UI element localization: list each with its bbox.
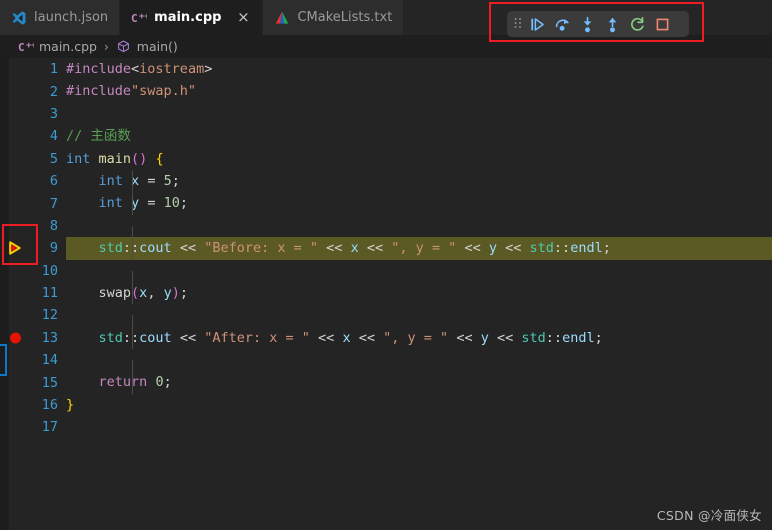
code-line[interactable]: 10 (0, 260, 772, 294)
line-gutter[interactable] (0, 416, 30, 438)
indent-guide (132, 192, 133, 215)
line-gutter[interactable] (0, 58, 30, 80)
line-gutter[interactable] (0, 103, 30, 125)
line-number: 10 (41, 262, 58, 279)
step-into-button[interactable] (575, 12, 600, 36)
symbol-cube-icon (116, 39, 132, 55)
vscode-json-icon (11, 10, 27, 26)
line-gutter[interactable] (0, 282, 30, 304)
indent-guide (132, 169, 133, 193)
line-number: 15 (41, 374, 58, 391)
breadcrumb-separator: › (103, 39, 109, 54)
code-line[interactable]: 14 (0, 349, 772, 383)
line-content[interactable]: #include"swap.h" (62, 80, 772, 102)
cmake-file-icon (274, 10, 290, 26)
stop-button[interactable] (650, 12, 675, 36)
indent-guide (132, 326, 133, 350)
tab-launch-json[interactable]: launch.json (0, 0, 121, 35)
code-line[interactable]: 5 int main() { (0, 148, 772, 170)
code-line[interactable]: 12 (0, 304, 772, 338)
step-over-button[interactable] (550, 12, 575, 36)
svg-text:C: C (131, 12, 138, 25)
line-gutter[interactable] (0, 170, 30, 192)
code-line[interactable]: 8 (0, 215, 772, 249)
line-number: 4 (49, 128, 58, 145)
line-number: 7 (49, 195, 58, 212)
line-content[interactable]: // 主函数 (62, 125, 772, 147)
svg-text:++: ++ (139, 12, 147, 22)
code-line-breakpoint[interactable]: 13 std::cout << "After: x = " << x << ",… (0, 326, 772, 350)
line-number: 17 (41, 419, 58, 436)
line-number: 3 (49, 105, 58, 122)
line-number: 11 (41, 285, 58, 302)
line-content[interactable]: return 0; (62, 371, 772, 394)
continue-button[interactable] (525, 12, 550, 36)
code-line[interactable]: 16 } (0, 394, 772, 416)
svg-text:C: C (18, 41, 25, 54)
line-gutter[interactable] (0, 304, 30, 326)
line-content[interactable]: int y = 10; (62, 192, 772, 215)
line-content[interactable]: std::cout << "After: x = " << x << ", y … (62, 326, 772, 350)
code-line-current[interactable]: 9 std::cout << "Before: x = " << x << ",… (0, 237, 772, 260)
tab-label: launch.json (34, 10, 109, 25)
watermark: CSDN @冷面侠女 (656, 508, 762, 523)
step-out-button[interactable] (600, 12, 625, 36)
code-line[interactable]: 1 #include<iostream> (0, 58, 772, 80)
indent-guide (132, 237, 133, 260)
code-line[interactable]: 11 swap(x, y); (0, 281, 772, 305)
code-line[interactable]: 4 // 主函数 (0, 125, 772, 147)
line-content[interactable]: std::cout << "Before: x = " << x << ", y… (62, 237, 772, 260)
line-gutter[interactable] (0, 394, 30, 416)
line-content[interactable]: int x = 5; (62, 169, 772, 193)
line-content[interactable]: #include<iostream> (62, 58, 772, 80)
annotation-box-debug-toolbar (489, 2, 704, 42)
indent-guide (132, 371, 133, 394)
line-number: 6 (49, 173, 58, 190)
line-content[interactable]: int main() { (62, 148, 772, 170)
breadcrumb-symbol[interactable]: main() (137, 39, 178, 54)
code-line[interactable]: 15 return 0; (0, 371, 772, 394)
blue-edge-marker (0, 344, 7, 376)
tab-label: main.cpp (154, 10, 222, 25)
code-editor[interactable]: 1 #include<iostream> 2 #include"swap.h" … (0, 58, 772, 530)
line-gutter[interactable] (0, 80, 30, 102)
code-lines: 1 #include<iostream> 2 #include"swap.h" … (0, 58, 772, 439)
line-number: 1 (49, 61, 58, 78)
tab-main-cpp[interactable]: C ++ main.cpp × (120, 0, 264, 35)
cpp-file-icon: C ++ (131, 10, 147, 26)
tab-label: CMakeLists.txt (297, 10, 393, 25)
line-number: 16 (41, 397, 58, 414)
code-line[interactable]: 17 (0, 416, 772, 438)
breakpoint-icon[interactable] (10, 332, 21, 344)
close-icon[interactable]: × (235, 10, 251, 25)
svg-text:++: ++ (26, 41, 34, 51)
code-line[interactable]: 3 (0, 103, 772, 125)
line-number: 5 (49, 150, 58, 167)
line-number: 13 (41, 329, 58, 346)
code-line[interactable]: 2 #include"swap.h" (0, 80, 772, 102)
code-line[interactable]: 6 int x = 5; (0, 169, 772, 193)
drag-handle-icon[interactable] (511, 12, 525, 36)
cpp-file-icon: C ++ (18, 39, 34, 55)
debug-toolbar[interactable] (507, 11, 689, 37)
line-number: 14 (41, 352, 58, 369)
line-content[interactable]: } (62, 394, 772, 416)
line-number: 2 (49, 83, 58, 100)
line-gutter[interactable] (0, 192, 30, 214)
annotation-box-execution-pointer (2, 224, 38, 265)
restart-button[interactable] (625, 12, 650, 36)
line-gutter[interactable] (0, 125, 30, 147)
line-number: 12 (41, 307, 58, 324)
breadcrumb-file[interactable]: main.cpp (39, 39, 97, 54)
line-gutter[interactable] (0, 148, 30, 170)
line-content[interactable]: swap(x, y); (62, 281, 772, 305)
vscode-window: launch.json C ++ main.cpp × CMakeLists.t… (0, 0, 772, 530)
indent-guide (132, 281, 133, 305)
code-line[interactable]: 7 int y = 10; (0, 192, 772, 215)
tab-cmakelists-txt[interactable]: CMakeLists.txt (263, 0, 405, 35)
